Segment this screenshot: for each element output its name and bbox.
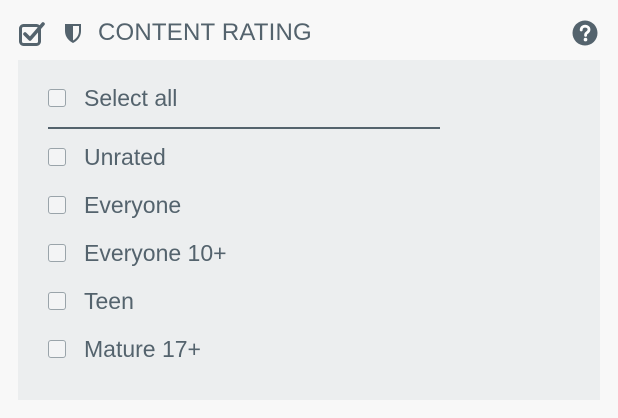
teen-checkbox[interactable] bbox=[48, 292, 66, 310]
shield-icon bbox=[65, 24, 81, 43]
checkbox-checked-icon[interactable] bbox=[18, 19, 46, 47]
everyone-checkbox[interactable] bbox=[48, 196, 66, 214]
mature-17-plus-checkbox[interactable] bbox=[48, 340, 66, 358]
option-teen[interactable]: Teen bbox=[48, 286, 134, 316]
option-mature-17-plus[interactable]: Mature 17+ bbox=[48, 334, 201, 364]
unrated-checkbox[interactable] bbox=[48, 148, 66, 166]
option-everyone[interactable]: Everyone bbox=[48, 190, 181, 220]
divider bbox=[48, 127, 440, 129]
option-everyone-10-plus[interactable]: Everyone 10+ bbox=[48, 238, 227, 268]
option-label: Unrated bbox=[84, 143, 166, 170]
select-all-option[interactable]: Select all bbox=[48, 83, 177, 113]
select-all-label: Select all bbox=[84, 84, 178, 111]
option-label: Everyone 10+ bbox=[84, 239, 227, 266]
content-rating-header: CONTENT RATING bbox=[18, 16, 600, 52]
question-circle-icon[interactable] bbox=[572, 20, 598, 46]
option-label: Everyone bbox=[84, 191, 182, 218]
content-rating-panel: Select all Unrated Everyone Everyone 10+… bbox=[18, 60, 600, 400]
everyone-10-plus-checkbox[interactable] bbox=[48, 244, 66, 262]
select-all-checkbox[interactable] bbox=[48, 89, 66, 107]
section-title: CONTENT RATING bbox=[98, 19, 312, 46]
option-label: Teen bbox=[84, 287, 134, 314]
option-unrated[interactable]: Unrated bbox=[48, 142, 166, 172]
option-label: Mature 17+ bbox=[84, 335, 201, 362]
